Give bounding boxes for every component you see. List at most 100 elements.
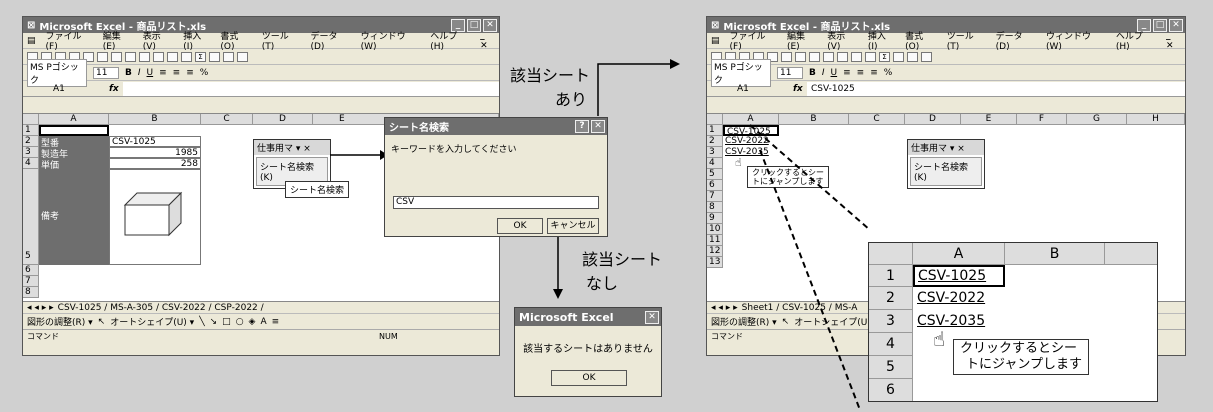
copy-icon[interactable] [139,51,150,62]
cell-b4[interactable]: 258 [109,158,201,169]
row-header-7[interactable]: 7 [23,276,39,287]
align-center-icon[interactable]: ≡ [173,68,181,78]
help-icon[interactable]: ? [575,120,589,133]
formula-input[interactable]: CSV-1025 [807,81,1185,96]
copy-icon[interactable] [823,51,834,62]
menu-file[interactable]: ファイル(F) [730,29,777,52]
redo-icon[interactable] [865,51,876,62]
menu-file[interactable]: ファイル(F) [46,29,93,52]
zoom-link-csv-2035[interactable]: CSV-2035 [915,310,985,333]
menu-insert[interactable]: 挿入(I) [868,29,895,52]
col-header-a[interactable]: A [39,114,109,125]
cell-a4[interactable]: 単価 [39,158,109,171]
menu-insert[interactable]: 挿入(I) [183,29,210,52]
sum-icon[interactable]: Σ [195,51,206,62]
col-header-e[interactable]: E [961,114,1017,125]
font-color-icon[interactable]: A [260,317,266,327]
col-header-d[interactable]: D [253,114,313,125]
align-left-icon[interactable]: ≡ [843,68,851,78]
row-header-5[interactable]: 5 [23,169,39,265]
align-left-icon[interactable]: ≡ [159,68,167,78]
draw-adjust-menu[interactable]: 図形の調整(R) ▾ [27,315,93,328]
cell-b3[interactable]: 1985 [109,147,201,158]
msgbox-close-icon[interactable]: ✕ [645,310,659,324]
zoom-link-csv-1025[interactable]: CSV-1025 [913,265,1005,287]
sort-desc-icon[interactable] [223,51,234,62]
macro-toolbar-title[interactable]: 仕事用マ ▾ × [254,140,330,155]
line-icon[interactable]: ╲ [199,317,204,327]
fill-color-icon[interactable]: ◈ [249,317,256,327]
cell-b2[interactable]: CSV-1025 [109,136,201,147]
sum-icon[interactable]: Σ [879,51,890,62]
menu-data[interactable]: データ(D) [996,29,1036,52]
col-header-f[interactable]: F [1017,114,1067,125]
sheet-tabs-text[interactable]: CSV-1025 / MS-A-305 / CSV-2022 / CSP-202… [58,303,264,313]
menu-tools[interactable]: ツール(T) [947,29,986,52]
keyword-input[interactable]: CSV [393,196,599,209]
italic-icon[interactable]: I [138,68,141,78]
font-select[interactable]: MS Pゴシック [711,58,771,87]
col-header-c[interactable]: C [201,114,253,125]
window-controls[interactable]: _ ✕ [480,31,499,51]
italic-icon[interactable]: I [822,68,825,78]
align-center-icon[interactable]: ≡ [857,68,865,78]
window-controls[interactable]: _ ✕ [1166,31,1185,51]
row-header-3[interactable]: 3 [23,147,39,158]
arrow-icon[interactable]: ↘ [210,317,218,327]
percent-icon[interactable]: % [200,68,209,78]
paste-icon[interactable] [837,51,848,62]
sort-desc-icon[interactable] [907,51,918,62]
sort-asc-icon[interactable] [893,51,904,62]
row-header-6[interactable]: 6 [23,265,39,276]
line-style-icon[interactable]: ≡ [272,317,280,327]
align-right-icon[interactable]: ≡ [186,68,194,78]
menu-edit[interactable]: 編集(E) [103,29,133,52]
name-box[interactable]: A1 [707,84,777,94]
cut-icon[interactable] [125,51,136,62]
spell-icon[interactable] [795,51,806,62]
cell-a1-selected[interactable] [39,125,109,136]
bold-icon[interactable]: B [125,68,132,78]
rect-icon[interactable]: □ [222,317,231,327]
row-header-1[interactable]: 1 [23,125,39,136]
menu-window[interactable]: ウィンドウ(W) [361,29,421,52]
undo-icon[interactable] [167,51,178,62]
row-header-8[interactable]: 8 [23,287,39,298]
autoshape-menu[interactable]: オートシェイプ(U) ▾ [110,315,194,328]
underline-icon[interactable]: U [831,68,838,78]
row-header-4[interactable]: 4 [23,158,39,169]
cell-a5[interactable]: 備考 [39,169,109,265]
undo-icon[interactable] [851,51,862,62]
dialog-ok-button[interactable]: OK [497,218,543,234]
font-size-select[interactable]: 11 [93,66,119,79]
redo-icon[interactable] [181,51,192,62]
align-right-icon[interactable]: ≡ [870,68,878,78]
col-header-b[interactable]: B [109,114,201,125]
menu-tools[interactable]: ツール(T) [262,29,301,52]
oval-icon[interactable]: ○ [236,317,244,327]
preview-icon[interactable] [97,51,108,62]
menu-window[interactable]: ウィンドウ(W) [1046,29,1106,52]
chart-icon[interactable] [921,51,932,62]
menu-view[interactable]: 表示(V) [827,29,858,52]
menu-view[interactable]: 表示(V) [143,29,174,52]
row-header-2[interactable]: 2 [23,136,39,147]
menu-help[interactable]: ヘルプ(H) [430,29,470,52]
paste-icon[interactable] [153,51,164,62]
tab-nav-icons[interactable]: ◂ ◂ ▸ ▸ [23,303,58,313]
menu-format[interactable]: 書式(O) [220,29,251,52]
dialog-cancel-button[interactable]: キャンセル [547,218,599,234]
col-header-h[interactable]: H [1127,114,1185,125]
formula-input[interactable] [123,81,499,96]
spell-icon[interactable] [111,51,122,62]
font-select[interactable]: MS Pゴシック [27,58,87,87]
cursor-icon[interactable]: ↖ [98,317,106,327]
msgbox-ok-button[interactable]: OK [551,370,627,386]
font-size-select[interactable]: 11 [777,66,803,79]
bold-icon[interactable]: B [809,68,816,78]
preview-icon[interactable] [781,51,792,62]
box-shape-image[interactable] [123,189,185,237]
dialog-close-icon[interactable]: ✕ [591,120,605,133]
zoom-link-csv-2022[interactable]: CSV-2022 [915,287,985,310]
menu-format[interactable]: 書式(O) [905,29,937,52]
